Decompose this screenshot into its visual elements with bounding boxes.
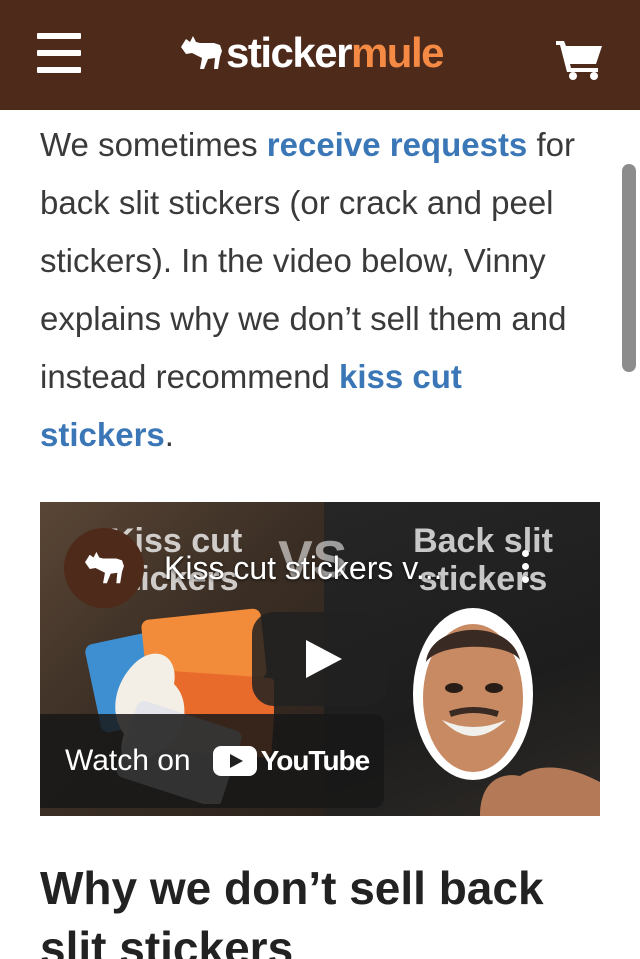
more-options-icon[interactable] <box>514 550 536 584</box>
intro-paragraph: We sometimes receive requests for back s… <box>40 110 600 464</box>
logo-mule-text: mule <box>350 29 445 76</box>
stickermule-logo[interactable]: sticker mule <box>178 28 445 78</box>
mule-icon <box>181 36 222 69</box>
scrollbar-thumb[interactable] <box>622 164 636 372</box>
site-header: sticker mule <box>0 0 640 110</box>
intro-text-end: . <box>164 416 174 453</box>
section-heading: Why we don’t sell back slit stickers <box>40 862 544 959</box>
intro-text-1: We sometimes <box>40 126 267 163</box>
intro-text-2: for back slit stickers (or crack and pee… <box>40 126 575 395</box>
watch-on-youtube-button[interactable]: Watch on YouTube <box>40 714 384 808</box>
youtube-logo: YouTube <box>212 745 371 777</box>
play-icon <box>306 640 342 678</box>
play-button[interactable] <box>252 612 388 706</box>
youtube-video-embed[interactable]: Kiss cut stickers VS Back slit stickers <box>40 502 600 816</box>
channel-avatar[interactable] <box>64 528 144 608</box>
article-body: We sometimes receive requests for back s… <box>40 110 600 464</box>
hand-image <box>480 767 600 816</box>
mule-icon <box>85 551 124 584</box>
video-title[interactable]: Kiss cut stickers v... <box>164 550 443 587</box>
shopping-cart-icon[interactable] <box>554 38 604 80</box>
logo-sticker-text: sticker <box>226 29 352 76</box>
receive-requests-link[interactable]: receive requests <box>267 126 528 163</box>
watch-on-label: Watch on <box>65 744 191 777</box>
youtube-wordmark: YouTube <box>260 745 371 776</box>
youtube-play-icon <box>212 746 257 776</box>
page: sticker mule We sometimes receive request… <box>0 0 640 959</box>
hamburger-menu-icon[interactable] <box>37 33 81 73</box>
